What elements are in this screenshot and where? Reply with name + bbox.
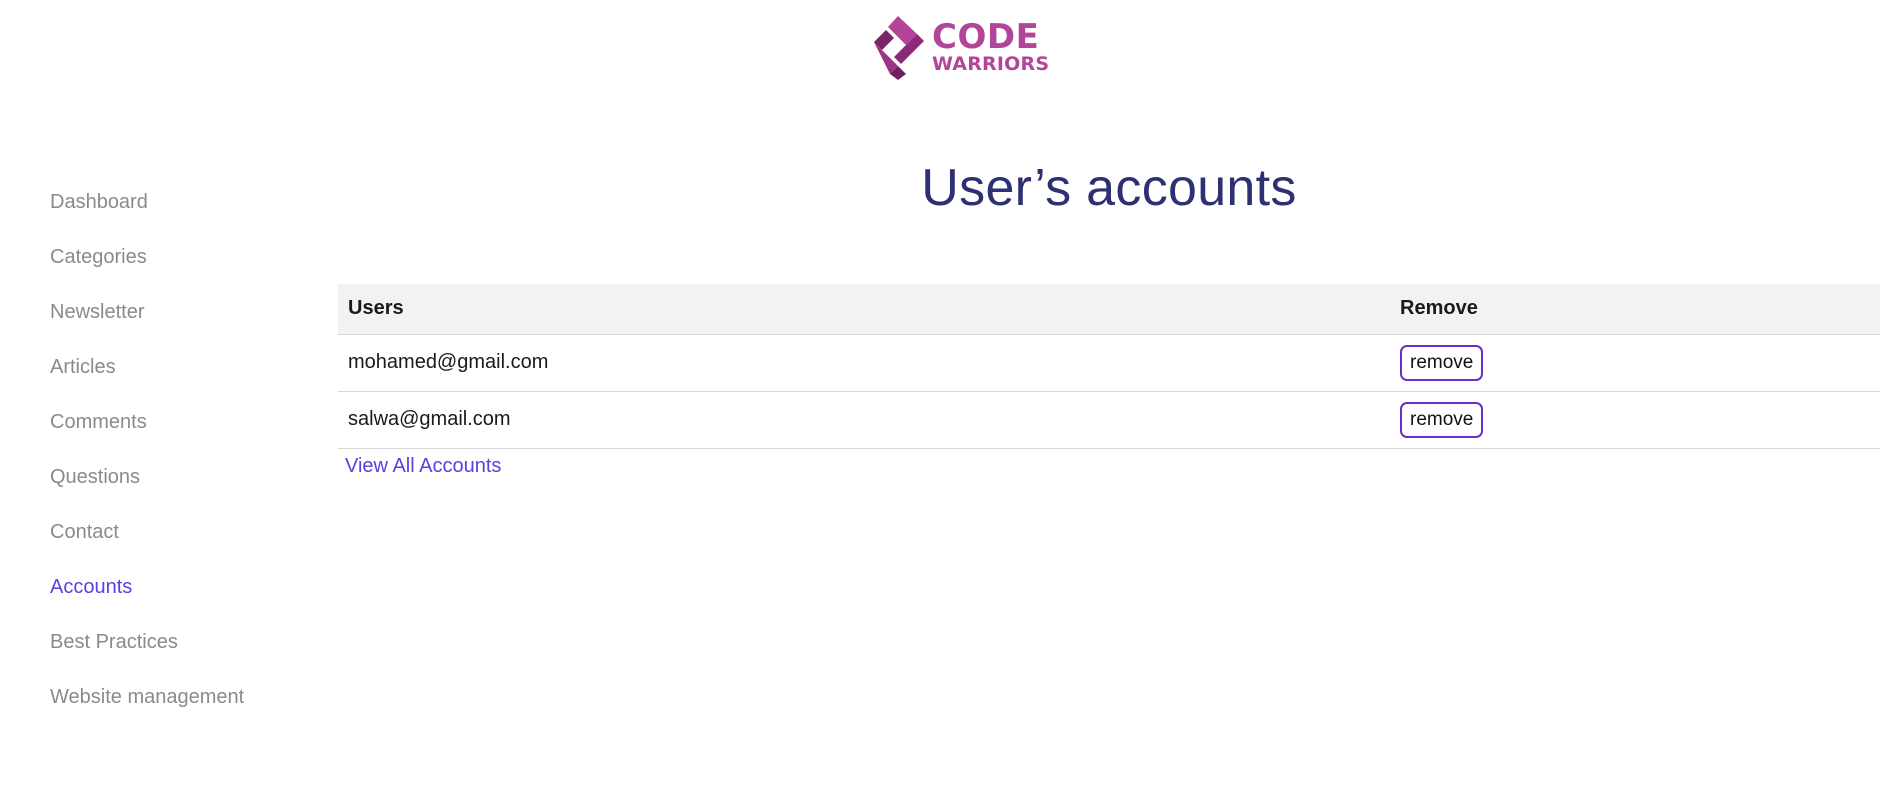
- remove-cell: remove: [1390, 391, 1880, 449]
- sidebar-item-contact[interactable]: Contact: [50, 512, 310, 567]
- brand-line-2: WARRIORS: [932, 53, 1050, 75]
- brand-logo[interactable]: CODE WARRIORS: [868, 14, 1049, 80]
- accounts-table-container: Users Remove mohamed@gmail.com remove sa…: [338, 284, 1880, 449]
- sidebar-nav: Dashboard Categories Newsletter Articles…: [50, 182, 310, 732]
- column-header-remove: Remove: [1390, 284, 1880, 335]
- sidebar-item-newsletter[interactable]: Newsletter: [50, 292, 310, 347]
- table-row: mohamed@gmail.com remove: [338, 334, 1880, 392]
- accounts-table: Users Remove mohamed@gmail.com remove sa…: [338, 284, 1880, 449]
- sidebar-item-best-practices[interactable]: Best Practices: [50, 622, 310, 677]
- page: CODE WARRIORS Dashboard Categories Newsl…: [0, 0, 1880, 807]
- column-header-users: Users: [338, 284, 1390, 335]
- table-row: salwa@gmail.com remove: [338, 391, 1880, 449]
- sidebar-item-questions[interactable]: Questions: [50, 457, 310, 512]
- remove-cell: remove: [1390, 334, 1880, 392]
- code-warriors-logo-icon: [874, 16, 924, 80]
- sidebar-item-dashboard[interactable]: Dashboard: [50, 182, 310, 237]
- view-all-accounts-link[interactable]: View All Accounts: [345, 455, 501, 478]
- brand-name: CODE WARRIORS: [932, 20, 1049, 74]
- user-email: mohamed@gmail.com: [338, 334, 1390, 392]
- sidebar-item-comments[interactable]: Comments: [50, 402, 310, 457]
- sidebar-item-accounts[interactable]: Accounts: [50, 567, 310, 622]
- remove-button[interactable]: remove: [1400, 401, 1484, 438]
- remove-button[interactable]: remove: [1400, 344, 1484, 381]
- sidebar-item-categories[interactable]: Categories: [50, 237, 310, 292]
- user-email: salwa@gmail.com: [338, 391, 1390, 449]
- brand-line-1: CODE: [932, 17, 1040, 57]
- page-title: User’s accounts: [921, 159, 1297, 217]
- table-header-row: Users Remove: [338, 284, 1880, 335]
- sidebar-item-website-management[interactable]: Website management: [50, 677, 310, 732]
- sidebar-item-articles[interactable]: Articles: [50, 347, 310, 402]
